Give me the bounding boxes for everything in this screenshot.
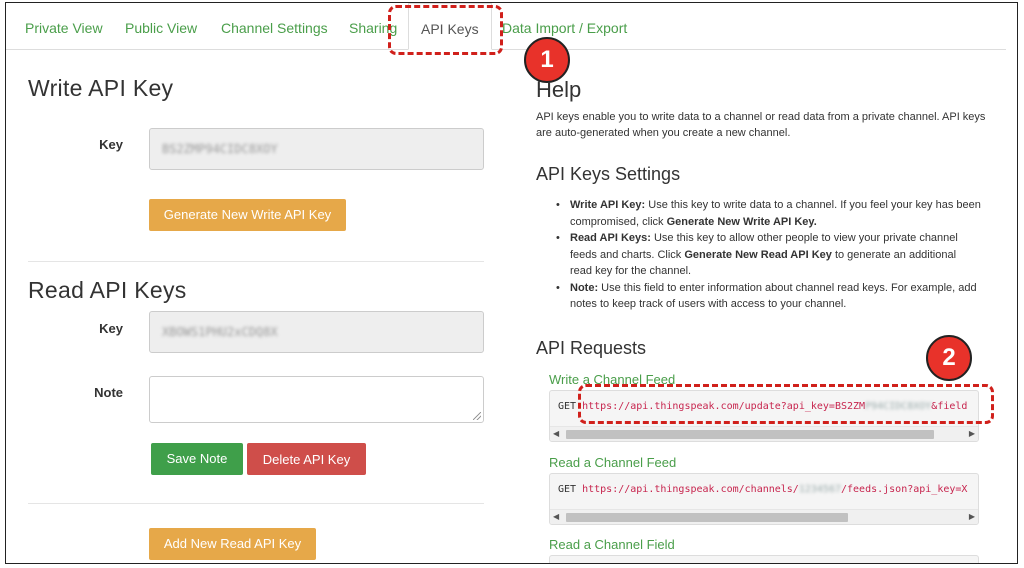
help-intro: API keys enable you to write data to a c… — [536, 111, 986, 139]
api-keys-settings-heading: API Keys Settings — [536, 164, 681, 184]
settings-list: Write API Key: Use this key to write dat… — [536, 197, 981, 313]
write-key-value: BS2ZMP94CIDC8XOY — [162, 142, 278, 156]
list-item: Note: Use this field to enter informatio… — [536, 280, 981, 313]
channel-tabs: Private View Public View Channel Setting… — [6, 3, 1006, 50]
list-item: Read API Keys: Use this key to allow oth… — [536, 230, 981, 280]
tab-public-view[interactable]: Public View — [125, 3, 197, 49]
read-key-value: XBOWS1PHU2xCDQ8X — [162, 325, 278, 339]
resize-grip-icon[interactable] — [473, 412, 481, 420]
read-api-keys-heading: Read API Keys — [28, 277, 187, 303]
horizontal-scrollbar[interactable]: ◀ ▶ — [550, 509, 978, 524]
api-requests-heading: API Requests — [536, 338, 647, 358]
scroll-right-icon[interactable]: ▶ — [969, 429, 975, 439]
write-key-field[interactable]: BS2ZMP94CIDC8XOY — [149, 128, 484, 170]
callout-box-2 — [578, 384, 994, 424]
read-feed-code: GET https://api.thingspeak.com/channels/… — [549, 473, 979, 525]
add-read-key-button[interactable]: Add New Read API Key — [149, 528, 316, 560]
write-api-key-heading: Write API Key — [28, 75, 174, 101]
note-label: Note — [94, 385, 123, 400]
delete-api-key-button[interactable]: Delete API Key — [247, 443, 366, 475]
help-heading: Help — [536, 77, 582, 102]
scroll-right-icon[interactable]: ▶ — [969, 512, 975, 522]
tab-private-view[interactable]: Private View — [25, 3, 103, 49]
tab-data-import-export[interactable]: Data Import / Export — [502, 3, 627, 49]
scroll-left-icon[interactable]: ◀ — [553, 512, 559, 522]
read-feed-link[interactable]: Read a Channel Feed — [549, 455, 676, 470]
save-note-button[interactable]: Save Note — [151, 443, 243, 475]
read-key-label: Key — [99, 321, 123, 336]
read-field-code — [549, 555, 979, 563]
write-key-label: Key — [99, 137, 123, 152]
section-divider-2 — [28, 503, 484, 504]
scroll-thumb[interactable] — [566, 513, 848, 522]
read-key-field[interactable]: XBOWS1PHU2xCDQ8X — [149, 311, 484, 353]
section-divider — [28, 261, 484, 262]
horizontal-scrollbar[interactable]: ◀ ▶ — [550, 426, 978, 441]
scroll-left-icon[interactable]: ◀ — [553, 429, 559, 439]
note-textarea[interactable] — [149, 376, 484, 423]
read-field-link[interactable]: Read a Channel Field — [549, 537, 675, 552]
list-item: Write API Key: Use this key to write dat… — [536, 197, 981, 230]
scroll-thumb[interactable] — [566, 430, 934, 439]
callout-box-1 — [388, 5, 503, 55]
app-frame: Private View Public View Channel Setting… — [5, 2, 1018, 564]
tab-channel-settings[interactable]: Channel Settings — [221, 3, 328, 49]
callout-badge-2: 2 — [926, 335, 972, 381]
read-feed-url[interactable]: GET https://api.thingspeak.com/channels/… — [558, 484, 967, 495]
generate-write-key-button[interactable]: Generate New Write API Key — [149, 199, 346, 231]
